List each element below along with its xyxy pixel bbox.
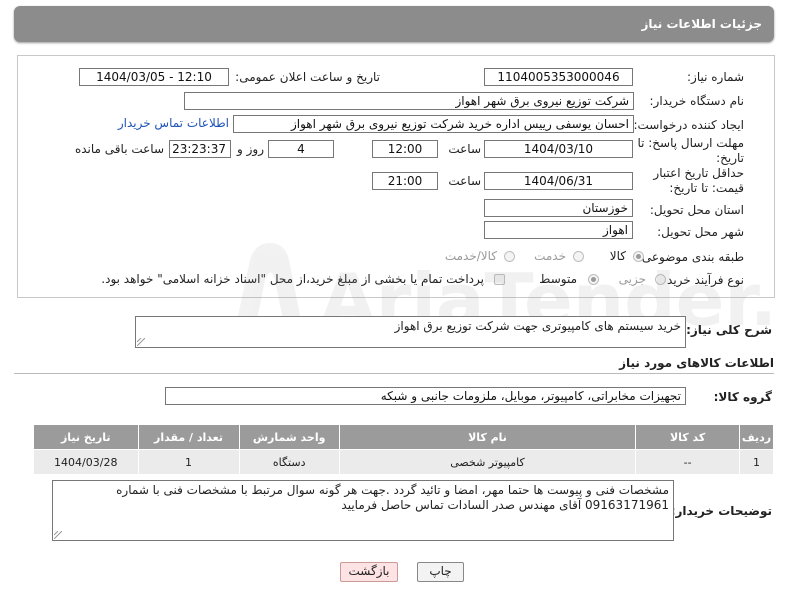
days-remaining-field: 4 <box>268 140 334 158</box>
category-service-radio[interactable] <box>573 251 584 262</box>
buyer-org-label: نام دستگاه خریدار: <box>649 94 745 108</box>
col-date: تاریخ نیاز <box>33 424 139 450</box>
category-goods-radio[interactable] <box>633 251 644 262</box>
city-label: شهر محل تحویل: <box>657 225 744 239</box>
cell-qty: 1 <box>137 449 240 475</box>
page-title: جزئیات اطلاعات نیاز <box>641 17 762 31</box>
summary-label: شرح کلی نیاز: <box>686 323 772 337</box>
cell-code: -- <box>635 449 741 475</box>
need-number-label: شماره نیاز: <box>687 70 744 84</box>
table-row: 1 -- کامپیوتر شخصی دستگاه 1 1404/03/28 <box>33 449 774 475</box>
summary-textarea[interactable]: خرید سیستم های کامپیوتری جهت شرکت توزیع … <box>135 316 686 348</box>
category-label: طبقه بندی موضوعی: <box>637 250 744 264</box>
days-label: روز و <box>237 142 264 156</box>
page-header: جزئیات اطلاعات نیاز <box>14 6 774 42</box>
validity-date-field: 1404/06/31 <box>484 172 633 190</box>
announce-datetime-field: 1404/03/05 - 12:10 <box>79 68 229 86</box>
back-button[interactable]: بازگشت <box>340 562 398 582</box>
print-button[interactable]: چاپ <box>417 562 464 582</box>
validity-label: حداقل تاریخ اعتبار قیمت: تا تاریخ: <box>653 166 744 195</box>
notes-text: مشخصات فنی و پیوست ها حتما مهر، امضا و ت… <box>116 483 669 512</box>
validity-time-field: 21:00 <box>372 172 438 190</box>
deadline-label: مهلت ارسال پاسخ: تا تاریخ: <box>637 136 744 165</box>
goods-group-label: گروه کالا: <box>713 390 772 404</box>
col-name: نام کالا <box>338 424 637 450</box>
col-row: ردیف <box>739 424 774 450</box>
creator-field: احسان یوسفی رییس اداره خرید شرکت توزیع ن… <box>233 115 634 133</box>
process-medium-radio[interactable] <box>588 274 599 285</box>
goods-table: ردیف کد کالا نام کالا واحد شمارش تعداد /… <box>33 424 774 475</box>
province-field: خوزستان <box>484 199 633 217</box>
buyer-contact-link[interactable]: اطلاعات تماس خریدار <box>118 116 229 130</box>
process-medium-label: متوسط <box>539 272 577 286</box>
need-number-field: 1104005353000046 <box>484 68 633 86</box>
category-service-label: خدمت <box>534 249 566 263</box>
cell-unit: دستگاه <box>238 449 340 475</box>
section-divider <box>14 373 774 374</box>
goods-table-header: ردیف کد کالا نام کالا واحد شمارش تعداد /… <box>33 424 774 450</box>
goods-group-field: تجهیزات مخابراتی، کامپیوتر، موبایل، ملزو… <box>165 387 686 405</box>
time-remaining-field: 23:23:37 <box>169 140 231 158</box>
resize-grip-icon[interactable] <box>137 338 145 346</box>
treasury-payment-note: پرداخت تمام یا بخشی از مبلغ خرید،از محل … <box>101 272 484 286</box>
col-code: کد کالا <box>635 424 741 450</box>
process-label: نوع فرآیند خرید : <box>659 273 744 287</box>
validity-time-label: ساعت <box>448 174 481 188</box>
buyer-org-field: شرکت توزیع نیروی برق شهر اهواز <box>184 92 634 110</box>
announce-label: تاریخ و ساعت اعلان عمومی: <box>235 70 380 84</box>
notes-textarea[interactable]: مشخصات فنی و پیوست ها حتما مهر، امضا و ت… <box>52 480 674 541</box>
cell-name: کامپیوتر شخصی <box>338 449 637 475</box>
notes-label: توضیحات خریدار: <box>670 504 772 518</box>
process-partial-radio[interactable] <box>655 274 666 285</box>
time-remaining-label: ساعت باقی مانده <box>74 142 164 156</box>
treasury-payment-checkbox[interactable] <box>494 274 505 285</box>
creator-label: ایجاد کننده درخواست: <box>633 118 744 132</box>
category-both-label: کالا/خدمت <box>444 249 497 263</box>
city-field: اهواز <box>484 221 633 239</box>
summary-text: خرید سیستم های کامپیوتری جهت شرکت توزیع … <box>394 319 681 333</box>
category-goods-label: کالا <box>609 249 626 263</box>
resize-grip-icon[interactable] <box>54 531 62 539</box>
province-label: استان محل تحویل: <box>649 203 744 217</box>
cell-row: 1 <box>739 449 774 475</box>
deadline-time-label: ساعت <box>448 142 481 156</box>
cell-date: 1404/03/28 <box>33 449 139 475</box>
col-unit: واحد شمارش <box>238 424 340 450</box>
col-qty: تعداد / مقدار <box>137 424 240 450</box>
deadline-date-field: 1404/03/10 <box>484 140 633 158</box>
category-both-radio[interactable] <box>504 251 515 262</box>
deadline-time-field: 12:00 <box>372 140 438 158</box>
process-partial-label: جزیی <box>618 272 646 286</box>
goods-section-title: اطلاعات کالاهای مورد نیاز <box>619 356 774 370</box>
